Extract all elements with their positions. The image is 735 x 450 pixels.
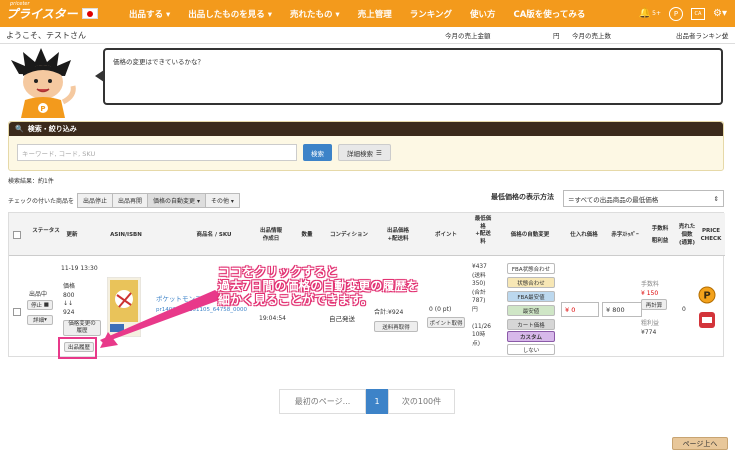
pagination: 最初のページ... 1 次の100件 bbox=[279, 389, 455, 414]
page-top-button[interactable]: ページ上へ bbox=[672, 437, 728, 450]
next-100-button[interactable]: 次の100件 bbox=[388, 389, 455, 414]
annotation-text: ココをクリックすると 過去7日間の価格の自動変更の履歴を 細かく見ることができま… bbox=[218, 265, 418, 307]
annotation-line2: 過去7日間の価格の自動変更の履歴を bbox=[218, 279, 419, 293]
highlight-box bbox=[58, 337, 97, 359]
page-current[interactable]: 1 bbox=[366, 389, 388, 414]
annotation-line3: 細かく見ることができます。 bbox=[218, 293, 373, 307]
annotation-line1: ココをクリックすると bbox=[218, 265, 339, 279]
first-page-button[interactable]: 最初のページ... bbox=[279, 389, 366, 414]
annotation-arrow bbox=[100, 290, 225, 348]
